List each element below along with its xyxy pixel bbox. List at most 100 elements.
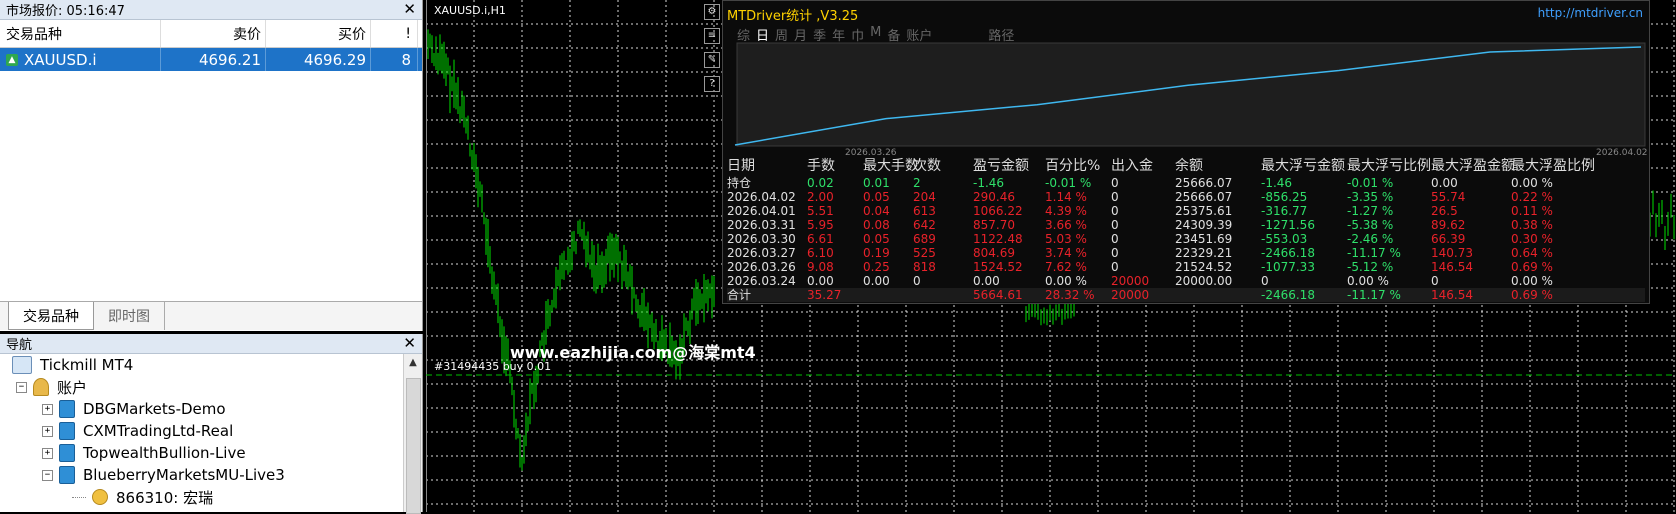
list-icon[interactable]: ≡ <box>704 28 720 44</box>
stats-cell: 0.08 <box>863 218 890 232</box>
accounts-icon <box>33 378 49 396</box>
tab-tick-chart[interactable]: 即时图 <box>94 302 165 330</box>
expand-icon[interactable]: + <box>42 425 53 437</box>
stats-cell: 24309.39 <box>1175 218 1233 232</box>
terminal-icon <box>12 356 32 374</box>
stats-column-header: 最大浮盈比例 <box>1511 158 1595 174</box>
stats-cell: 0.00 <box>807 274 834 288</box>
stats-cell: 0.11 % <box>1511 204 1553 218</box>
stats-cell: 89.62 <box>1431 218 1466 232</box>
tree-item-broker[interactable]: Tickmill MT4 <box>12 354 133 376</box>
stats-cell: 0.00 % <box>1511 176 1553 190</box>
stats-cell: -316.77 <box>1261 204 1308 218</box>
spread-cell: 8 <box>371 48 418 71</box>
stats-row: 2026.03.26 9.08 0.25 818 1524.52 7.62 % 0 21524… <box>727 260 1645 274</box>
tree-item-server[interactable]: + CXMTradingLtd-Real <box>42 420 233 442</box>
market-watch-title-bar: 市场报价: 05:16:47 ✕ <box>0 0 422 20</box>
stats-cell: 0 <box>1111 232 1119 246</box>
market-watch-header: 交易品种 卖价 买价 ! <box>0 20 422 48</box>
collapse-icon[interactable]: − <box>42 469 53 481</box>
stats-total-row: 合计 35.27 5664.61 28.32 % 20000 -2466.18 -11.17… <box>727 288 1645 302</box>
scrollbar-thumb[interactable] <box>406 378 421 514</box>
stats-cell: 26.5 <box>1431 204 1458 218</box>
market-watch-tabs: 交易品种 即时图 <box>0 301 422 330</box>
stats-cell: 5.03 % <box>1045 232 1087 246</box>
close-icon[interactable]: ✕ <box>403 334 416 352</box>
stats-cell: -5.38 % <box>1347 218 1394 232</box>
equity-curve-chart: 2026.03.26 2026.04.02 <box>734 42 1648 158</box>
column-spread[interactable]: ! <box>371 20 418 47</box>
column-ask[interactable]: 买价 <box>266 20 371 47</box>
stats-cell: 28.32 % <box>1045 288 1095 302</box>
stats-cell: 0.00 <box>973 274 1000 288</box>
stats-cell: 0 <box>1431 274 1439 288</box>
equity-x-start-label: 2026.03.26 <box>845 148 897 158</box>
tab-symbols[interactable]: 交易品种 <box>8 302 94 330</box>
stats-row: 2026.04.02 2.00 0.05 204 290.46 1.14 % 0 25666.… <box>727 190 1645 204</box>
stats-cell: 818 <box>913 260 936 274</box>
stats-cell: 0.30 % <box>1511 232 1553 246</box>
order-line-label: #31494435 buy 0.01 <box>434 360 552 373</box>
mtdriver-stats-panel: MTDriver统计 ,V3.25 http://mtdriver.cn 综 日… <box>722 0 1650 304</box>
stats-column-header: 最大手数 <box>863 158 919 174</box>
stats-column-header: 百分比% <box>1045 158 1101 174</box>
symbol-row[interactable]: ▲ XAUUSD.i 4696.21 4696.29 8 <box>0 48 422 71</box>
navigator-title: 导航 <box>6 338 33 353</box>
stats-column-header: 最大浮亏金额 <box>1261 158 1345 174</box>
stats-cell: 2026.03.27 <box>727 246 796 260</box>
help-icon[interactable]: ? <box>704 76 720 92</box>
stats-cell: 2026.03.26 <box>727 260 796 274</box>
stats-cell: -553.03 <box>1261 232 1308 246</box>
tree-item-label: Tickmill MT4 <box>40 356 134 374</box>
tree-item-accounts[interactable]: − 账户 <box>16 376 87 398</box>
stats-cell: 1524.52 <box>973 260 1023 274</box>
server-icon <box>59 422 75 440</box>
expand-icon[interactable]: + <box>42 403 53 415</box>
settings-icon[interactable]: ⚙ <box>704 4 720 20</box>
navigator-scrollbar[interactable]: ▲ <box>403 354 422 514</box>
stats-table: 日期 手数 最大手数 次数 盈亏金额 百分比% 出入金 余额 最大浮亏金额 最大浮亏比例 最大浮盈金… <box>727 159 1645 302</box>
stats-cell: 642 <box>913 218 936 232</box>
stats-cell: 3.66 % <box>1045 218 1087 232</box>
stats-cell: 6.61 <box>807 232 834 246</box>
tree-item-server[interactable]: + TopwealthBullion-Live <box>42 442 246 464</box>
stats-cell: -3.35 % <box>1347 190 1394 204</box>
tree-item-server[interactable]: + DBGMarkets-Demo <box>42 398 226 420</box>
tree-item-label: DBGMarkets-Demo <box>83 400 226 418</box>
scroll-up-icon[interactable]: ▲ <box>404 357 422 368</box>
symbol-cell: ▲ XAUUSD.i <box>0 48 161 71</box>
stats-cell: -2466.18 <box>1261 288 1315 302</box>
stats-cell: 20000 <box>1111 288 1150 302</box>
stats-cell: 0.00 % <box>1347 274 1389 288</box>
stats-cell: 0 <box>913 274 921 288</box>
column-bid[interactable]: 卖价 <box>161 20 266 47</box>
stats-cell: 0.19 <box>863 246 890 260</box>
stats-row: 持仓 0.02 0.01 2 -1.46 -0.01 % 0 25666.07 -1.46 -0.… <box>727 176 1645 190</box>
stats-cell: 2026.03.31 <box>727 218 796 232</box>
column-symbol[interactable]: 交易品种 <box>0 20 161 47</box>
stats-cell: 2026.04.02 <box>727 190 796 204</box>
stats-cell: 1066.22 <box>973 204 1023 218</box>
stats-cell: 0.05 <box>863 232 890 246</box>
stats-cell: 20000 <box>1111 274 1150 288</box>
arrow-up-icon: ▲ <box>6 53 18 66</box>
stats-cell: 0.38 % <box>1511 218 1553 232</box>
stats-cell: 1.14 % <box>1045 190 1087 204</box>
stats-column-header: 次数 <box>913 158 941 174</box>
collapse-icon[interactable]: − <box>16 381 27 393</box>
edit-icon[interactable]: ✎ <box>704 52 720 68</box>
tree-item-account[interactable]: 866310: 宏瑞 <box>72 486 213 508</box>
stats-cell: 23451.69 <box>1175 232 1233 246</box>
expand-icon[interactable]: + <box>42 447 53 459</box>
stats-cell: -1271.56 <box>1261 218 1315 232</box>
stats-column-header: 手数 <box>807 158 835 174</box>
close-icon[interactable]: ✕ <box>403 0 416 18</box>
stats-cell: 0.69 % <box>1511 260 1553 274</box>
tree-item-server[interactable]: − BlueberryMarketsMU-Live3 <box>42 464 285 486</box>
stats-column-header: 最大浮亏比例 <box>1347 158 1431 174</box>
stats-cell: 0.05 <box>863 190 890 204</box>
tree-item-label: BlueberryMarketsMU-Live3 <box>83 466 285 484</box>
stats-cell: 0.04 <box>863 204 890 218</box>
market-watch-panel: 市场报价: 05:16:47 ✕ 交易品种 卖价 买价 ! ▲ XAUUSD.i… <box>0 0 423 331</box>
stats-cell: 0 <box>1111 176 1119 190</box>
